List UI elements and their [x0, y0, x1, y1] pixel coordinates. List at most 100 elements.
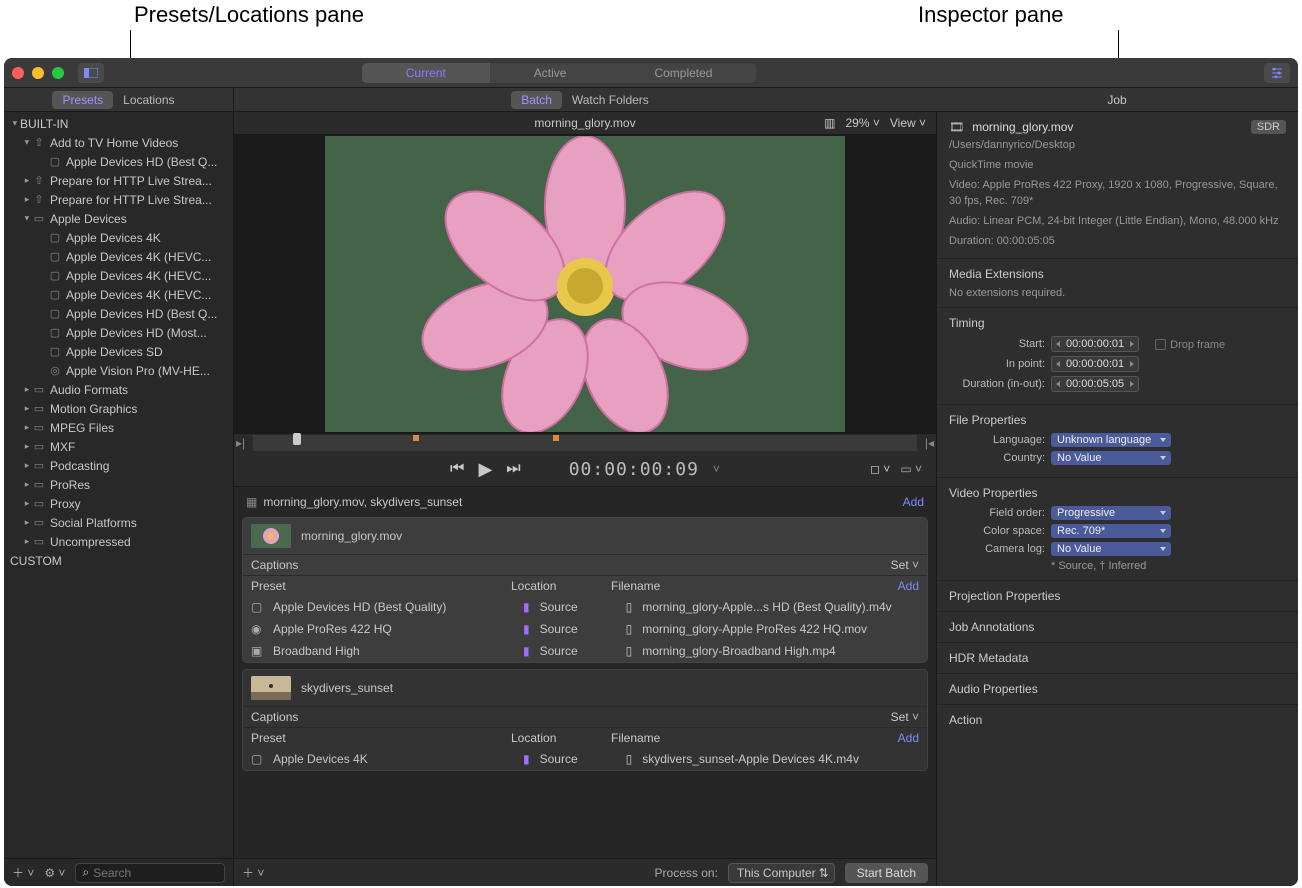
tree-item[interactable]: ▢Apple Devices HD (Best Q...: [4, 152, 233, 171]
callout-inspector: Inspector pane: [918, 2, 1064, 28]
output-row[interactable]: ▣ Broadband High ▮Source ▯morning_glory-…: [243, 640, 927, 662]
view-menu[interactable]: View ˅: [890, 116, 926, 130]
tree-folder[interactable]: ▸⇧Prepare for HTTP Live Strea...: [4, 190, 233, 209]
tab-locations[interactable]: Locations: [113, 91, 184, 109]
camera-log-select[interactable]: No Value: [1051, 542, 1171, 556]
job-header[interactable]: skydivers_sunset: [243, 670, 927, 706]
tree-section-builtin[interactable]: ▸BUILT-IN: [4, 114, 233, 133]
field-order-select[interactable]: Progressive: [1051, 506, 1171, 520]
inpoint-stepper[interactable]: 00:00:00:01: [1051, 356, 1139, 372]
process-on-select[interactable]: This Computer ⇅: [728, 863, 835, 883]
inspector-pane: 🎞 morning_glory.mov SDR /Users/dannyrico…: [936, 112, 1298, 886]
marker-icon[interactable]: [553, 435, 559, 441]
tree-folder[interactable]: ▸▭Motion Graphics: [4, 399, 233, 418]
viewer-filename: morning_glory.mov: [534, 116, 635, 130]
tree-folder[interactable]: ▸⇧Add to TV Home Videos: [4, 133, 233, 152]
color-space-select[interactable]: Rec. 709*: [1051, 524, 1171, 538]
add-output-button[interactable]: Add: [898, 731, 919, 745]
job-card[interactable]: morning_glory.mov CaptionsSet ˅ Preset L…: [242, 517, 928, 663]
col-location: Location: [511, 579, 611, 593]
tree-folder[interactable]: ▸▭Apple Devices: [4, 209, 233, 228]
set-captions-button[interactable]: Set ˅: [891, 710, 919, 724]
output-row[interactable]: ▢ Apple Devices HD (Best Quality) ▮Sourc…: [243, 596, 927, 618]
folder-icon: ▮: [523, 644, 530, 658]
job-header[interactable]: morning_glory.mov: [243, 518, 927, 554]
start-batch-button[interactable]: Start Batch: [845, 863, 928, 883]
tree-folder[interactable]: ▸▭MPEG Files: [4, 418, 233, 437]
zoom-level[interactable]: 29% ˅: [845, 116, 879, 130]
tree-item[interactable]: ▢Apple Devices HD (Best Q...: [4, 304, 233, 323]
tree-folder[interactable]: ▸▭Proxy: [4, 494, 233, 513]
compare-icon[interactable]: ▥: [824, 116, 835, 130]
zoom-icon[interactable]: [52, 67, 64, 79]
tree-folder[interactable]: ▸▭Uncompressed: [4, 532, 233, 551]
tab-active[interactable]: Active: [490, 63, 611, 83]
hdr-metadata-section[interactable]: HDR Metadata: [937, 642, 1298, 673]
tab-current[interactable]: Current: [362, 63, 490, 83]
tree-folder[interactable]: ▸▭Podcasting: [4, 456, 233, 475]
device-icon: ▢: [48, 307, 62, 320]
device-icon: ▢: [48, 288, 62, 301]
action-section[interactable]: Action: [937, 704, 1298, 735]
minimize-icon[interactable]: [32, 67, 44, 79]
action-button[interactable]: ⚙ ˅: [44, 866, 65, 880]
inspector-toggle-button[interactable]: [1264, 63, 1290, 83]
folder-icon: ▭: [32, 459, 46, 472]
language-select[interactable]: Unknown language: [1051, 433, 1171, 447]
set-captions-button[interactable]: Set ˅: [891, 558, 919, 572]
tree-item[interactable]: ▢Apple Devices HD (Most...: [4, 323, 233, 342]
output-row[interactable]: ◉ Apple ProRes 422 HQ ▮Source ▯morning_g…: [243, 618, 927, 640]
add-batch-button[interactable]: ＋ ˅: [242, 864, 264, 881]
tab-completed[interactable]: Completed: [610, 63, 756, 83]
drop-frame-checkbox[interactable]: [1155, 339, 1166, 350]
tree-item[interactable]: ▢Apple Devices 4K (HEVC...: [4, 285, 233, 304]
play-button[interactable]: ▶: [478, 459, 492, 480]
projection-properties-section[interactable]: Projection Properties: [937, 580, 1298, 611]
audio-properties-section[interactable]: Audio Properties: [937, 673, 1298, 704]
comment-menu-icon[interactable]: ▭ ˅: [900, 462, 922, 476]
inspector-summary: 🎞 morning_glory.mov SDR /Users/dannyrico…: [937, 112, 1298, 259]
country-select[interactable]: No Value: [1051, 451, 1171, 465]
add-job-button[interactable]: Add: [903, 495, 924, 509]
duration-stepper[interactable]: 00:00:05:05: [1051, 376, 1139, 392]
sidebar-toggle-button[interactable]: [78, 63, 104, 83]
marker-icon[interactable]: [413, 435, 419, 441]
sdr-badge: SDR: [1251, 120, 1286, 134]
go-start-icon[interactable]: ▸|: [236, 436, 245, 450]
tab-presets[interactable]: Presets: [52, 91, 113, 109]
tree-item[interactable]: ▢Apple Devices 4K (HEVC...: [4, 266, 233, 285]
timecode-display[interactable]: 00:00:00:09: [569, 459, 699, 480]
playhead[interactable]: [293, 433, 301, 445]
tab-watch-folders[interactable]: Watch Folders: [562, 91, 659, 109]
file-icon: ▯: [626, 622, 633, 636]
marker-menu-icon[interactable]: ◻ ˅: [870, 462, 890, 476]
add-button[interactable]: ＋ ˅: [12, 864, 34, 881]
go-end-icon[interactable]: |◂: [925, 436, 934, 450]
tree-folder[interactable]: ▸▭Audio Formats: [4, 380, 233, 399]
job-card[interactable]: skydivers_sunset CaptionsSet ˅ Preset Lo…: [242, 669, 928, 771]
tab-batch[interactable]: Batch: [511, 91, 562, 109]
tree-folder[interactable]: ▸▭Social Platforms: [4, 513, 233, 532]
job-annotations-section[interactable]: Job Annotations: [937, 611, 1298, 642]
tree-item[interactable]: ◎Apple Vision Pro (MV-HE...: [4, 361, 233, 380]
tree-folder[interactable]: ▸▭ProRes: [4, 475, 233, 494]
output-row[interactable]: ▢ Apple Devices 4K ▮Source ▯skydivers_su…: [243, 748, 927, 770]
search-input[interactable]: ⌕ Search: [75, 863, 225, 883]
mp4-icon: ▣: [251, 644, 267, 658]
tree-section-custom[interactable]: CUSTOM: [4, 551, 233, 570]
close-icon[interactable]: [12, 67, 24, 79]
tree-folder[interactable]: ▸▭MXF: [4, 437, 233, 456]
add-output-button[interactable]: Add: [898, 579, 919, 593]
preview-viewer[interactable]: [234, 134, 936, 434]
prev-button[interactable]: ⏮: [450, 460, 464, 478]
start-stepper[interactable]: 00:00:00:01: [1051, 336, 1139, 352]
main-area: ▸BUILT-IN ▸⇧Add to TV Home Videos ▢Apple…: [4, 112, 1298, 886]
folder-icon: ▮: [523, 600, 530, 614]
tree-item[interactable]: ▢Apple Devices SD: [4, 342, 233, 361]
tree-item[interactable]: ▢Apple Devices 4K: [4, 228, 233, 247]
next-button[interactable]: ⏭: [506, 460, 520, 478]
timeline-scrubber[interactable]: [253, 435, 917, 451]
tree-item[interactable]: ▢Apple Devices 4K (HEVC...: [4, 247, 233, 266]
tree-folder[interactable]: ▸⇧Prepare for HTTP Live Strea...: [4, 171, 233, 190]
audio-info: Audio: Linear PCM, 24-bit Integer (Littl…: [949, 214, 1286, 230]
